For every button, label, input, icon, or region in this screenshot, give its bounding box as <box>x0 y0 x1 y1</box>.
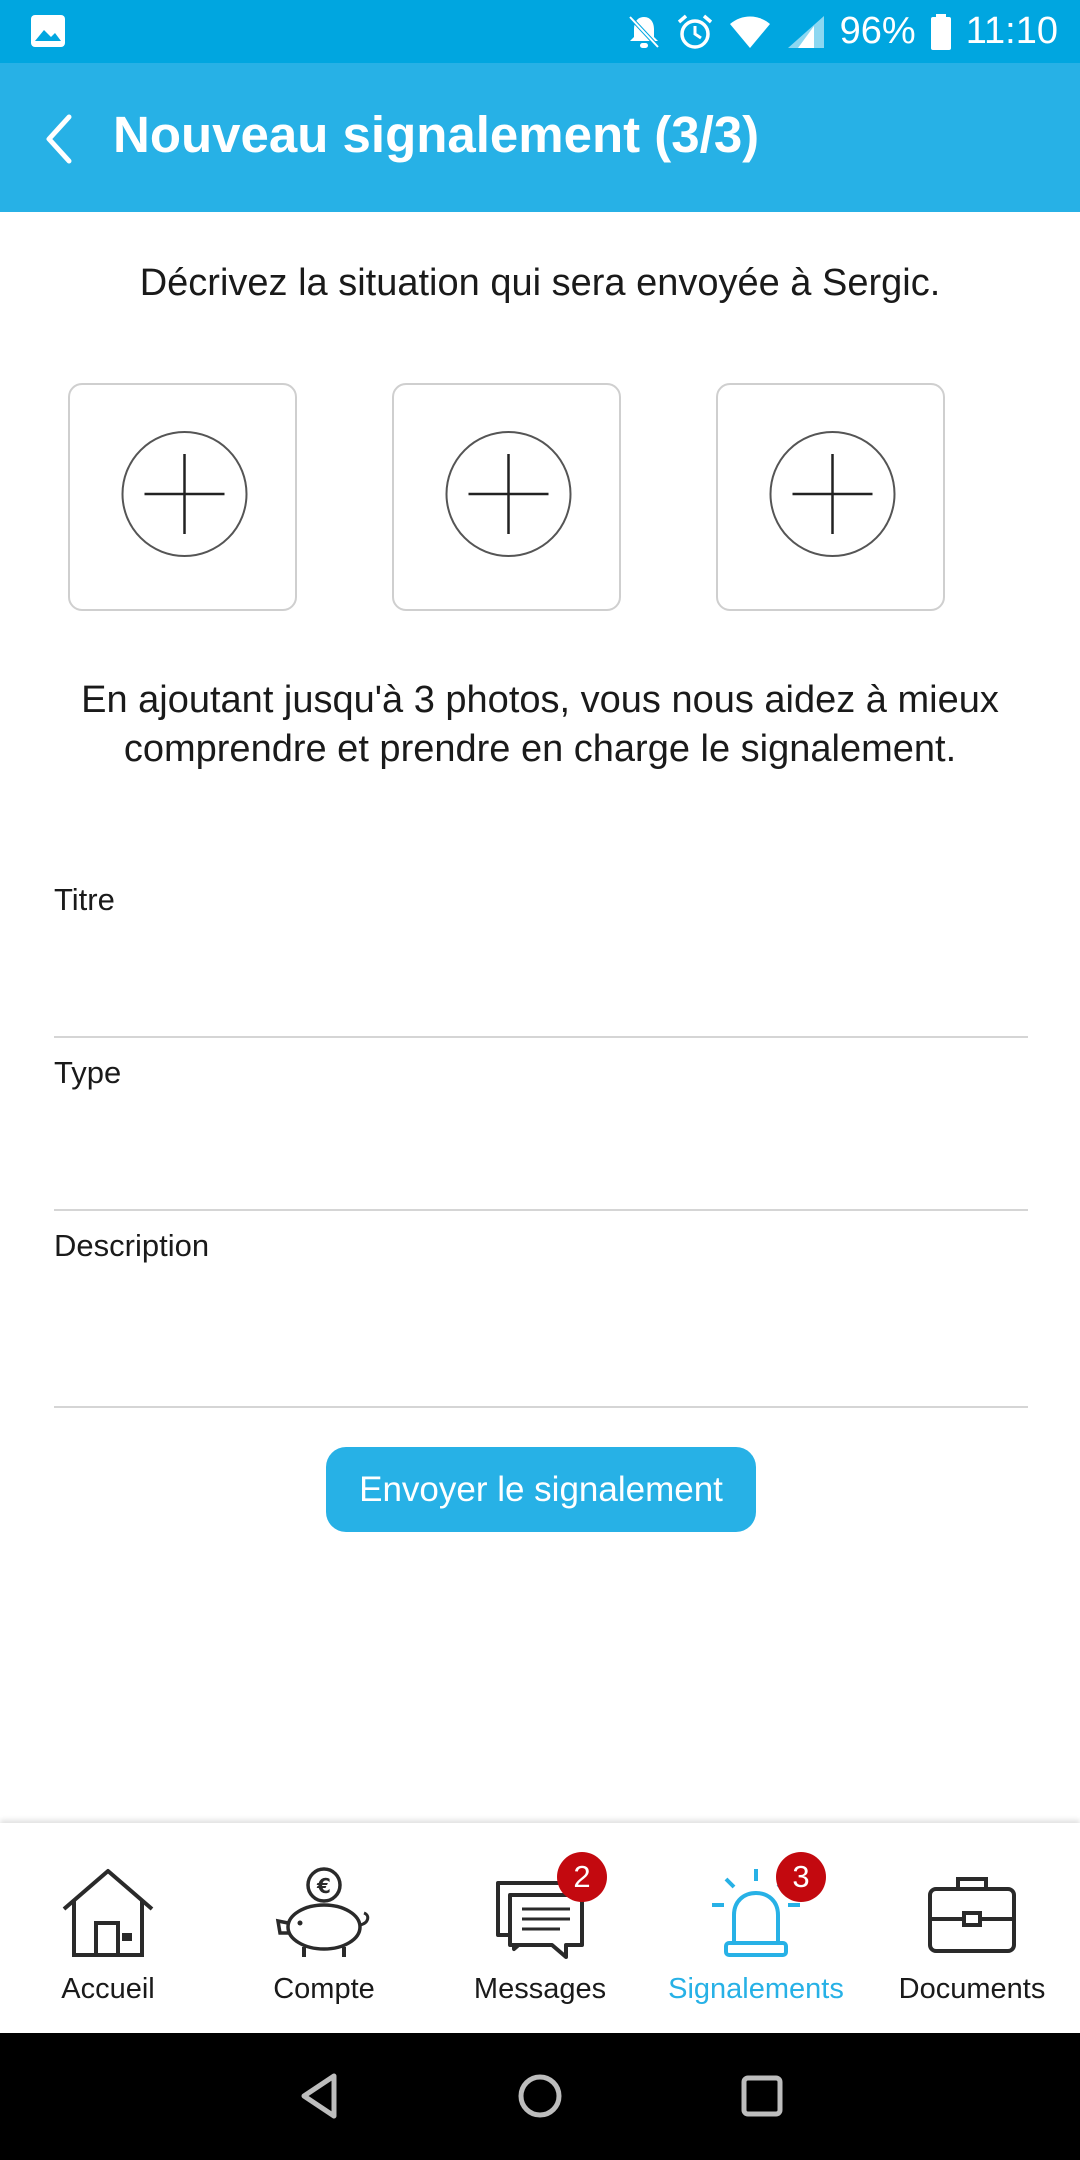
nav-item-compte[interactable]: € Compte <box>216 1823 432 2033</box>
app-bar: Nouveau signalement (3/3) <box>0 63 1080 212</box>
page-title: Nouveau signalement (3/3) <box>113 106 760 163</box>
description-input[interactable] <box>54 1292 1028 1408</box>
piggy-bank-icon: € <box>275 1867 370 1957</box>
type-input[interactable] <box>54 1119 1028 1211</box>
battery-percent: 96% <box>839 10 916 52</box>
nav-item-accueil[interactable]: Accueil <box>0 1823 216 2033</box>
gallery-icon <box>31 15 65 47</box>
nav-label: Messages <box>473 1973 607 2005</box>
title-field: Titre <box>54 882 1028 1055</box>
intro-text: Décrivez la situation qui sera envoyée à… <box>139 262 941 304</box>
type-field-label: Type <box>54 1055 122 1090</box>
bell-off-icon <box>628 15 660 48</box>
status-bar: 96% 11:10 <box>0 0 1080 63</box>
nav-item-messages[interactable]: 2 Messages <box>432 1823 648 2033</box>
clock: 11:10 <box>965 10 1058 52</box>
system-navigation-bar <box>0 2033 1080 2160</box>
messages-badge: 2 <box>557 1852 607 1902</box>
type-field: Type <box>54 1055 1028 1227</box>
title-field-label: Titre <box>54 882 115 917</box>
nav-label: Accueil <box>61 1973 155 2005</box>
chevron-left-icon <box>46 114 72 164</box>
bottom-navigation: Accueil € Compte 2 Messages 3 Signalemen… <box>0 1823 1080 2033</box>
add-photo-icon <box>769 431 896 557</box>
add-photo-icon <box>121 431 248 557</box>
send-report-button[interactable]: Envoyer le signalement <box>326 1447 756 1532</box>
svg-text:€: € <box>316 1874 331 1898</box>
recents-square-icon[interactable] <box>732 2066 792 2126</box>
add-photo-icon <box>445 431 572 557</box>
nav-item-documents[interactable]: Documents <box>864 1823 1080 2033</box>
add-photo-slot-1[interactable] <box>68 383 297 611</box>
add-photo-slot-3[interactable] <box>716 383 945 611</box>
description-field: Description <box>54 1228 1028 1410</box>
nav-item-signalements[interactable]: 3 Signalements <box>648 1823 864 2033</box>
back-button[interactable] <box>30 109 86 169</box>
battery-icon <box>930 13 951 50</box>
nav-label: Compte <box>273 1973 375 2005</box>
nav-label: Documents <box>898 1973 1046 2005</box>
photo-help-text: En ajoutant jusqu'à 3 photos, vous nous … <box>81 679 999 770</box>
house-icon <box>62 1869 154 1957</box>
description-field-label: Description <box>54 1228 210 1263</box>
signalements-badge: 3 <box>776 1852 826 1902</box>
signal-icon <box>787 15 824 48</box>
alarm-icon <box>677 14 712 49</box>
wifi-icon <box>729 16 770 48</box>
nav-label: Signalements <box>668 1973 844 2005</box>
home-circle-icon[interactable] <box>510 2066 570 2126</box>
title-input[interactable] <box>54 946 1028 1038</box>
add-photo-slot-2[interactable] <box>392 383 621 611</box>
back-triangle-icon[interactable] <box>290 2066 350 2126</box>
briefcase-icon <box>928 1877 1016 1953</box>
